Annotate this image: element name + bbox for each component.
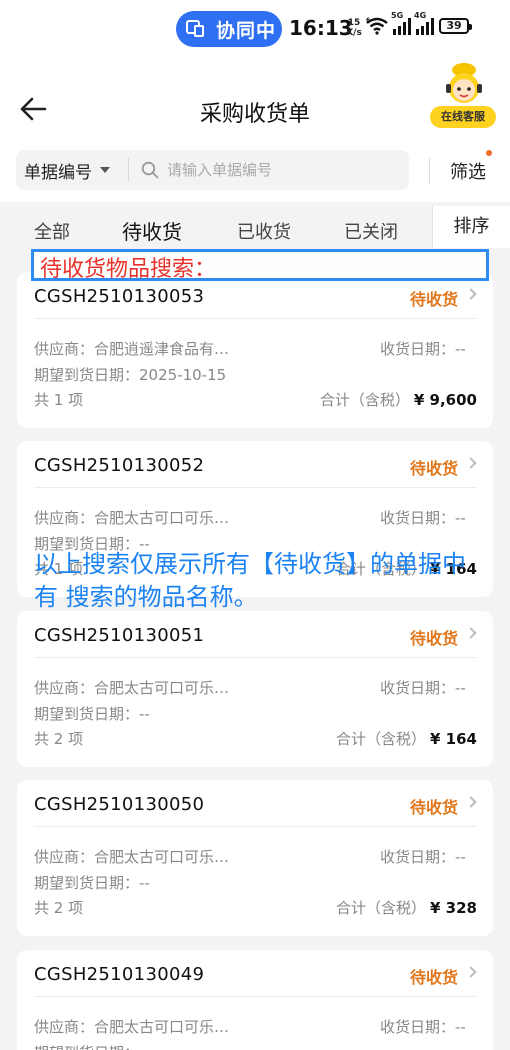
tab-closed[interactable]: 已关闭 <box>344 218 398 244</box>
divider <box>34 318 476 319</box>
order-total: 合计（含税） ¥ 9,600 <box>319 391 477 409</box>
search-field-label: 单据编号 <box>24 162 92 183</box>
chevron-right-icon <box>465 288 477 300</box>
expected-date: 期望到货日期：-- <box>34 705 150 723</box>
battery-icon: 39 <box>439 18 472 34</box>
search-row: 单据编号 筛选 <box>0 148 510 192</box>
annotation-search-title: 待收货物品搜索： <box>40 257 217 282</box>
online-service-button[interactable]: 在线客服 <box>430 62 496 128</box>
divider <box>34 657 476 658</box>
item-count: 共 2 项 <box>34 730 84 748</box>
status-bar: 协同中 16:13 15 K/s 6 5G 4G 39 <box>0 0 510 60</box>
search-icon <box>141 161 159 179</box>
search-box[interactable] <box>128 150 409 190</box>
expected-date: 期望到货日期：-- <box>34 1042 150 1050</box>
chevron-right-icon <box>465 796 477 808</box>
sort-button[interactable]: 排序 <box>432 206 510 248</box>
annotation-note: 以上搜索仅展示所有【待收货】的单据中有 搜索的物品名称。 <box>34 550 466 611</box>
dropdown-triangle-icon <box>100 167 110 173</box>
order-status: 待收货 <box>410 798 459 817</box>
order-number: CGSH2510130051 <box>34 625 205 646</box>
receive-date: 收货日期：-- <box>380 848 466 866</box>
chevron-right-icon <box>465 966 477 978</box>
order-card[interactable]: CGSH2510130051 待收货 供应商：合肥太古可口可乐… 收货日期：--… <box>17 611 493 767</box>
tab-pending[interactable]: 待收货 <box>122 216 182 245</box>
order-status: 待收货 <box>410 629 459 648</box>
filter-notification-dot <box>486 150 492 156</box>
system-icons: 6 5G 4G 39 <box>366 11 472 35</box>
clock: 16:13 <box>289 16 353 40</box>
supplier: 供应商：合肥太古可口可乐… <box>34 679 230 697</box>
order-status: 待收货 <box>410 459 459 478</box>
order-total: 合计（含税） ¥ 164 <box>336 730 477 748</box>
svg-text:6: 6 <box>366 17 370 24</box>
search-separator <box>128 158 129 182</box>
order-status: 待收货 <box>410 968 459 987</box>
signal-5g-icon: 5G <box>391 11 411 35</box>
divider <box>34 996 476 997</box>
order-number: CGSH2510130053 <box>34 286 205 307</box>
screen-share-icon <box>184 18 208 40</box>
chevron-right-icon <box>465 457 477 469</box>
search-input[interactable] <box>167 161 387 179</box>
order-number: CGSH2510130049 <box>34 964 205 985</box>
order-total: 合计（含税） ¥ 328 <box>336 899 477 917</box>
item-count: 共 2 项 <box>34 899 84 917</box>
order-status: 待收货 <box>410 290 459 309</box>
service-label: 在线客服 <box>430 106 496 128</box>
receive-date: 收货日期：-- <box>380 340 466 358</box>
collaboration-label: 协同中 <box>216 19 277 42</box>
filter-divider <box>429 158 430 184</box>
signal-4g-icon: 4G <box>414 11 434 35</box>
tab-all[interactable]: 全部 <box>34 218 70 244</box>
filter-button[interactable]: 筛选 <box>450 158 486 184</box>
tab-received[interactable]: 已收货 <box>237 218 291 244</box>
receive-date: 收货日期：-- <box>380 679 466 697</box>
search-field-select[interactable]: 单据编号 <box>16 150 128 190</box>
order-card[interactable]: CGSH2510130050 待收货 供应商：合肥太古可口可乐… 收货日期：--… <box>17 780 493 936</box>
status-tabs: 全部 待收货 已收货 已关闭 排序 <box>0 202 510 254</box>
item-count: 共 1 项 <box>34 391 84 409</box>
receive-date: 收货日期：-- <box>380 1018 466 1036</box>
supplier: 供应商：合肥太古可口可乐… <box>34 509 230 527</box>
receive-date: 收货日期：-- <box>380 509 466 527</box>
supplier: 供应商：合肥逍遥津食品有… <box>34 340 230 358</box>
order-card[interactable]: CGSH2510130049 待收货 供应商：合肥太古可口可乐… 收货日期：--… <box>17 950 493 1050</box>
supplier: 供应商：合肥太古可口可乐… <box>34 848 230 866</box>
expected-date: 期望到货日期：-- <box>34 874 150 892</box>
service-avatar-icon <box>442 62 486 108</box>
divider <box>34 487 476 488</box>
expected-date: 期望到货日期：2025-10-15 <box>34 366 227 384</box>
wifi-icon: 6 <box>366 17 388 35</box>
chevron-right-icon <box>465 627 477 639</box>
order-card[interactable]: CGSH2510130053 待收货 供应商：合肥逍遥津食品有… 收货日期：--… <box>17 272 493 428</box>
divider <box>34 826 476 827</box>
order-number: CGSH2510130052 <box>34 455 205 476</box>
supplier: 供应商：合肥太古可口可乐… <box>34 1018 230 1036</box>
network-speed: 15 K/s <box>346 18 362 38</box>
order-number: CGSH2510130050 <box>34 794 205 815</box>
collaboration-pill[interactable]: 协同中 <box>176 11 282 47</box>
